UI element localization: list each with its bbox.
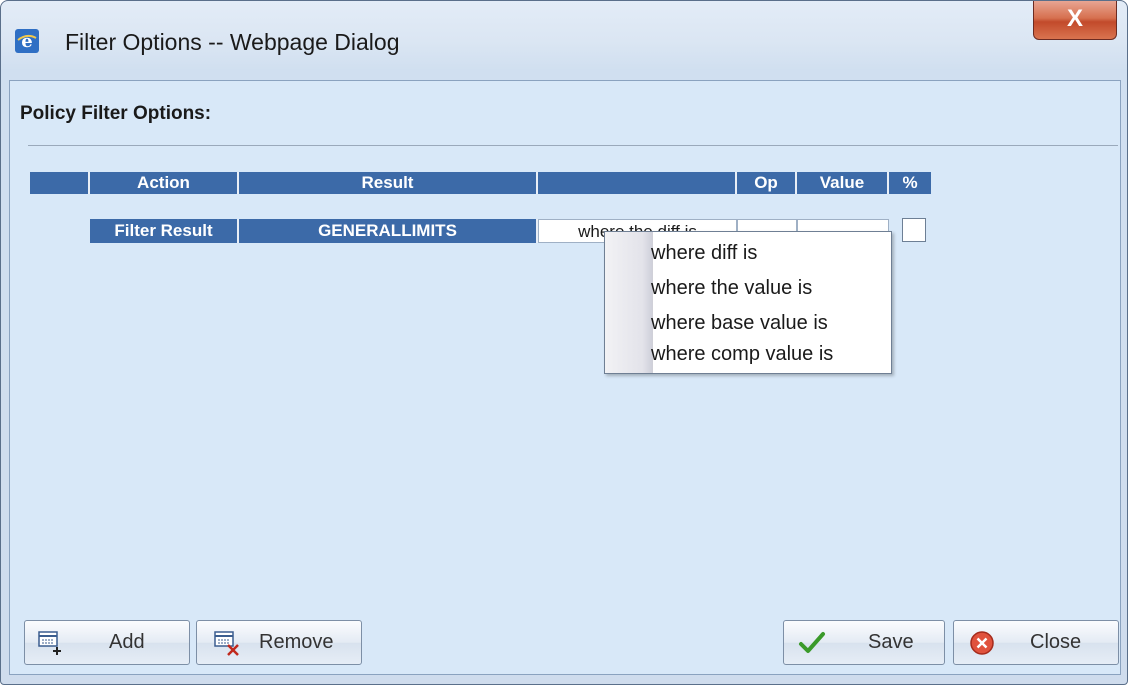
header-select-column [30, 172, 90, 194]
header-action: Action [90, 172, 239, 194]
svg-text:e: e [21, 31, 32, 52]
header-condition [538, 172, 737, 194]
checkmark-icon [799, 632, 825, 653]
dropdown-gutter [605, 232, 653, 373]
close-button[interactable]: Close [953, 620, 1119, 665]
add-label: Add [109, 631, 145, 653]
dropdown-option-base-value[interactable]: where base value is [651, 306, 828, 341]
percent-checkbox[interactable] [902, 218, 926, 242]
save-button[interactable]: Save [783, 620, 945, 665]
dropdown-option-value[interactable]: where the value is [651, 271, 812, 306]
action-cell[interactable]: Filter Result [90, 219, 239, 243]
remove-label: Remove [259, 631, 334, 653]
close-circle-icon [970, 631, 994, 655]
close-label: Close [1030, 631, 1082, 653]
result-cell[interactable]: GENERALLIMITS [239, 219, 538, 243]
header-value: Value [797, 172, 889, 194]
condition-dropdown-list: where diff is where the value is where b… [604, 231, 892, 374]
remove-row-icon [214, 631, 239, 656]
add-row-icon [38, 631, 61, 655]
dropdown-option-comp-value[interactable]: where comp value is [651, 337, 833, 372]
title-bar[interactable]: e Filter Options -- Webpage Dialog X [1, 1, 1127, 79]
header-percent: % [889, 172, 931, 194]
save-label: Save [868, 631, 914, 653]
dialog-body [9, 80, 1121, 675]
ie-icon: e [15, 29, 39, 53]
add-button[interactable]: Add [24, 620, 190, 665]
window-close-button[interactable]: X [1033, 1, 1117, 40]
page-title: Policy Filter Options: [20, 103, 212, 124]
header-result: Result [239, 172, 538, 194]
window-title: Filter Options -- Webpage Dialog [65, 29, 400, 55]
remove-button[interactable]: Remove [196, 620, 362, 665]
dropdown-option-diff[interactable]: where diff is [651, 236, 757, 271]
divider [28, 145, 1118, 146]
header-op: Op [737, 172, 797, 194]
